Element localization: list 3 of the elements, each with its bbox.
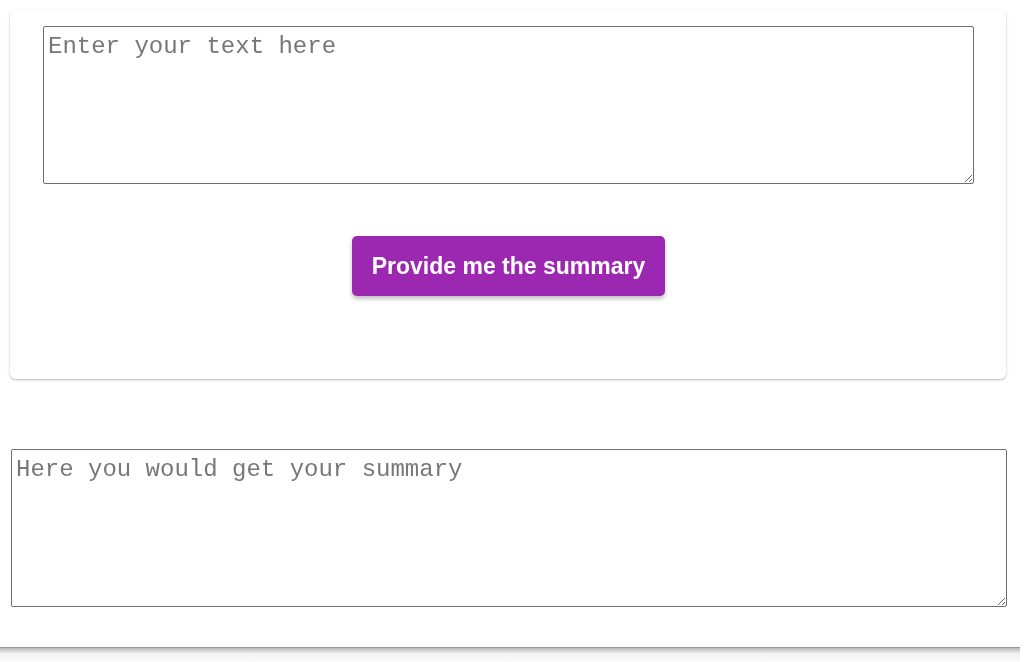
summary-output-field[interactable]: Here you would get your summary [11, 449, 1007, 607]
summary-button[interactable]: Provide me the summary [351, 236, 666, 296]
text-input-field[interactable]: Enter your text here [43, 26, 974, 184]
